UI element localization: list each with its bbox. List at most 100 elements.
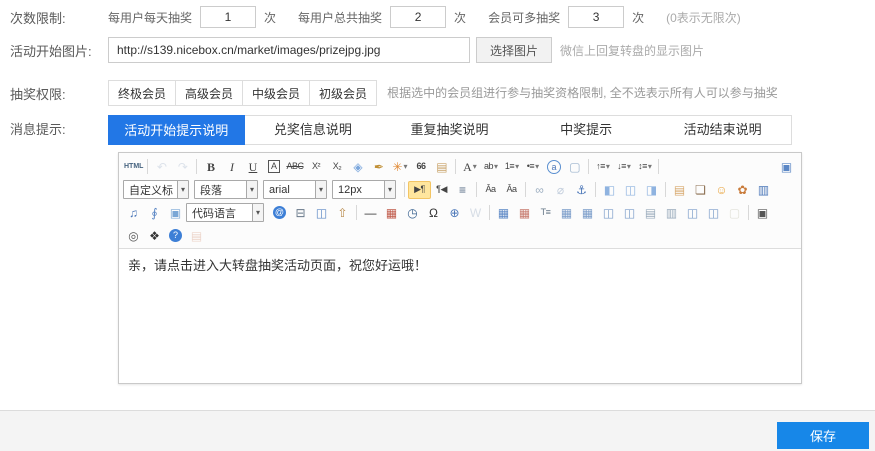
toolbar-row: HTML↶↷BIUAABCX²X₂◈✒✳▾66▤A▾ab▾1≡▾•≡▾a▢↑≡▾…: [123, 155, 797, 178]
font-color-icon[interactable]: A▾: [459, 158, 480, 175]
word-doc-icon: W: [465, 204, 486, 221]
paragraph-select-value: 段落: [200, 182, 222, 198]
note-icon[interactable]: ▣: [165, 204, 186, 221]
delete-table-icon[interactable]: ▦: [514, 204, 535, 221]
toolbar-separator: [525, 182, 526, 197]
img-align-left-icon[interactable]: ◧: [599, 181, 620, 198]
inline-code-icon[interactable]: a: [543, 158, 564, 175]
columns-icon[interactable]: ◫: [311, 204, 332, 221]
member-level-1-button[interactable]: 终极会员: [108, 80, 176, 106]
outdent-icon[interactable]: ¶◀: [431, 181, 452, 198]
link-icon[interactable]: ∞: [529, 181, 550, 198]
help-icon[interactable]: ?: [165, 227, 186, 244]
image-url-input[interactable]: [108, 37, 470, 63]
chevron-down-icon: ▾: [177, 181, 188, 198]
emoticon-icon[interactable]: ☺: [711, 181, 732, 198]
hr-icon[interactable]: —: [360, 204, 381, 221]
heading-select[interactable]: 自定义标题▾: [123, 180, 189, 199]
map-icon[interactable]: ⊕: [444, 204, 465, 221]
font-shrink-icon[interactable]: Ǎa: [501, 181, 522, 198]
img-align-right-icon[interactable]: ◨: [641, 181, 662, 198]
img-align-center-icon[interactable]: ◫: [620, 181, 641, 198]
save-button[interactable]: 保存: [777, 422, 869, 449]
indent-icon[interactable]: ▶¶: [408, 181, 431, 199]
quick-format-icon[interactable]: ✳▾: [389, 158, 410, 175]
member-level-2-button[interactable]: 高级会员: [175, 80, 243, 106]
media-icon[interactable]: ▥: [753, 181, 774, 198]
paragraph-spacing-icon[interactable]: ↕≡▾: [634, 158, 655, 175]
split-cells-icon[interactable]: ◫: [703, 204, 724, 221]
message-tab-bar: 活动开始提示说明兑奖信息说明重复抽奖说明中奖提示活动结束说明: [108, 115, 792, 145]
align-icon[interactable]: ↑≡▾: [592, 158, 613, 175]
anchor-icon[interactable]: ⚓: [571, 181, 592, 198]
member-extra-draws-input[interactable]: [568, 6, 624, 28]
choose-image-button[interactable]: 选择图片: [476, 37, 552, 63]
underline-icon[interactable]: U: [242, 158, 263, 175]
message-tab-3[interactable]: 重复抽奖说明: [381, 116, 518, 144]
paragraph-icon[interactable]: ≡: [452, 181, 473, 198]
delete-col-icon[interactable]: ▥: [661, 204, 682, 221]
unit-label: 次: [264, 9, 276, 26]
merge-cells-icon[interactable]: ◫: [682, 204, 703, 221]
start-image-row: 活动开始图片: 选择图片 微信上回复转盘的显示图片: [0, 36, 704, 64]
multi-image-icon[interactable]: ❏: [690, 181, 711, 198]
undo-icon: ↶: [151, 158, 172, 175]
attachment-icon[interactable]: ∮: [144, 204, 165, 221]
cell-props-icon[interactable]: T≡: [535, 204, 556, 221]
delete-row-icon[interactable]: ▤: [640, 204, 661, 221]
html-source-icon[interactable]: HTML: [123, 158, 144, 175]
insert-table-icon[interactable]: ▦: [493, 204, 514, 221]
message-tab-2[interactable]: 兑奖信息说明: [245, 116, 382, 144]
draw-limits-row: 次数限制: 每用户每天抽奖次每用户总共抽奖次会员可多抽奖次 (0表示无限次): [0, 4, 741, 30]
member-level-3-button[interactable]: 中级会员: [242, 80, 310, 106]
insert-col-left-icon[interactable]: ◫: [598, 204, 619, 221]
palette-icon[interactable]: ✿: [732, 181, 753, 198]
music-icon[interactable]: ♫: [123, 204, 144, 221]
eraser-icon[interactable]: ◈: [347, 158, 368, 175]
chevron-down-icon: ▾: [252, 204, 263, 221]
paste-word-icon[interactable]: ▤: [431, 158, 452, 175]
unordered-list-icon[interactable]: •≡▾: [522, 158, 543, 175]
print-icon[interactable]: ▣: [752, 204, 773, 221]
preview-icon[interactable]: ◎: [123, 227, 144, 244]
per-day-draws-input[interactable]: [200, 6, 256, 28]
insert-row-above-icon[interactable]: ▦: [556, 204, 577, 221]
page-break-icon[interactable]: ⊟: [290, 204, 311, 221]
superscript-icon[interactable]: X²: [305, 158, 326, 175]
font-enlarge-icon[interactable]: Âa: [480, 181, 501, 198]
italic-icon[interactable]: I: [221, 158, 242, 175]
message-tab-5[interactable]: 活动结束说明: [654, 116, 791, 144]
new-page-icon[interactable]: ▢: [564, 158, 585, 175]
find-icon[interactable]: ❖: [144, 227, 165, 244]
format-brush-icon[interactable]: ✒: [368, 158, 389, 175]
insert-col-right-icon[interactable]: ◫: [619, 204, 640, 221]
line-height-icon[interactable]: ↓≡▾: [613, 158, 634, 175]
clock-icon[interactable]: ◷: [402, 204, 423, 221]
bold-icon[interactable]: B: [200, 158, 221, 175]
upload-icon[interactable]: ⇧: [332, 204, 353, 221]
permission-hint: 根据选中的会员组进行参与抽奖资格限制, 全不选表示所有人可以参与抽奖: [387, 80, 778, 106]
member-level-4-button[interactable]: 初级会员: [309, 80, 377, 106]
editor-body[interactable]: 亲，请点击进入大转盘抽奖活动页面，祝您好运哦！: [119, 249, 801, 384]
message-tab-4[interactable]: 中奖提示: [518, 116, 655, 144]
font-size-select[interactable]: 12px▾: [332, 180, 396, 199]
total-draws-input[interactable]: [390, 6, 446, 28]
subscript-icon[interactable]: X₂: [326, 158, 347, 175]
image-icon[interactable]: ▤: [669, 181, 690, 198]
code-language-select[interactable]: 代码语言▾: [186, 203, 264, 222]
ordered-list-icon[interactable]: 1≡▾: [501, 158, 522, 175]
fullscreen-icon[interactable]: ▣: [776, 158, 797, 175]
font-family-select[interactable]: arial▾: [263, 180, 327, 199]
message-tab-1[interactable]: 活动开始提示说明: [108, 115, 245, 145]
blockquote-icon[interactable]: 66: [410, 158, 431, 175]
code-icon[interactable]: @: [269, 204, 290, 221]
insert-row-below-icon[interactable]: ▦: [577, 204, 598, 221]
font-style-icon[interactable]: A: [263, 158, 284, 175]
strikethrough-icon[interactable]: ABC: [284, 158, 305, 175]
calendar-icon[interactable]: ▦: [381, 204, 402, 221]
omega-icon[interactable]: Ω: [423, 204, 444, 221]
unlink-icon[interactable]: ⌀: [550, 181, 571, 198]
paragraph-select[interactable]: 段落▾: [194, 180, 258, 199]
clipboard-icon: ▤: [186, 227, 207, 244]
highlight-color-icon[interactable]: ab▾: [480, 158, 501, 175]
